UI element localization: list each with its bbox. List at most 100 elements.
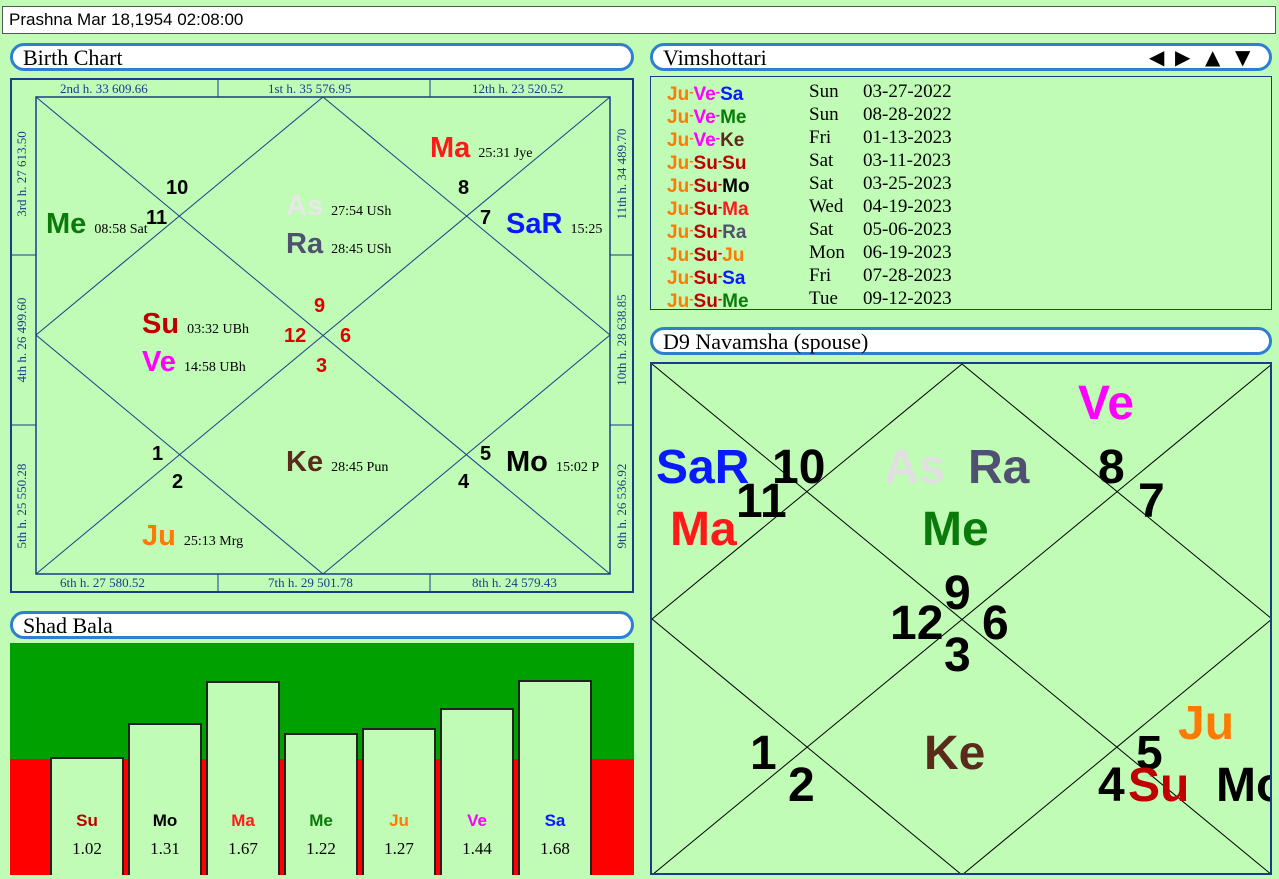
dasha-planet: Me <box>722 291 749 310</box>
dasha-period-9[interactable]: Ju-Su-Sa <box>667 269 745 288</box>
dasha-planet: Ju <box>667 291 690 310</box>
bar-label: Me <box>309 810 333 830</box>
house-number: 8 <box>458 177 470 199</box>
dasha-day: Sun <box>809 81 839 102</box>
dasha-date: 05-06-2023 <box>863 219 952 240</box>
dasha-date: 08-28-2022 <box>863 104 952 125</box>
bar-value: 1.02 <box>72 838 102 858</box>
planet-me[interactable]: Me 08:58 Sat <box>46 210 148 239</box>
bar-ju: Ju 1.27 <box>362 727 436 875</box>
dasha-period-1[interactable]: Ju-Ve-Sa <box>667 85 743 104</box>
vimshottari-rows: Ju-Ve-Sa Sun 03-27-2022 Ju-Ve-Me Sun 08-28-20… <box>667 81 1267 309</box>
dasha-planet: Ve <box>693 130 716 151</box>
dasha-planet: Ve <box>693 84 716 105</box>
planet-name: Su <box>142 308 180 340</box>
planet-degree: 08:58 Sat <box>94 222 148 237</box>
bottom-edge-label-1: 6th h. 27 580.52 <box>60 575 145 590</box>
bar-label: Ma <box>231 810 255 830</box>
house-number: 11 <box>146 207 168 229</box>
shad-bala-header: Shad Bala <box>10 611 634 639</box>
top-edge-label-1: 2nd h. 33 609.66 <box>60 81 148 96</box>
dasha-date: 07-28-2023 <box>863 265 952 286</box>
bar-value: 1.22 <box>306 838 336 858</box>
dasha-period-3[interactable]: Ju-Ve-Ke <box>667 131 744 150</box>
dasha-period-6[interactable]: Ju-Su-Ma <box>667 200 749 219</box>
vimshottari-title: Vimshottari <box>663 45 767 70</box>
planet-degree: 15:25 <box>570 222 603 237</box>
planet-name: Ma <box>430 132 471 164</box>
house-number: 10 <box>166 177 189 199</box>
birth-chart-lines <box>12 80 632 591</box>
navamsha-header: D9 Navamsha (spouse) <box>650 327 1272 355</box>
dasha-date: 09-12-2023 <box>863 288 952 309</box>
triangle-left-icon[interactable]: ◀ <box>1149 45 1164 69</box>
dasha-period-4[interactable]: Ju-Su-Su <box>667 154 746 173</box>
dasha-day: Mon <box>809 242 845 263</box>
planet-ju[interactable]: Ju 25:13 Mrg <box>142 522 243 551</box>
dasha-day: Sat <box>809 173 834 194</box>
planet-mo[interactable]: Mo 15:02 P <box>506 448 616 477</box>
planet-name: Ra <box>286 228 324 260</box>
dasha-planet: Ju <box>667 84 690 105</box>
house-number: 7 <box>1138 475 1165 528</box>
dasha-planet: Ke <box>720 130 745 151</box>
triangle-up-icon[interactable]: ▲ <box>1205 45 1220 69</box>
dasha-planet: Ju <box>667 176 690 197</box>
d9-planet-as[interactable]: As <box>884 444 945 492</box>
dasha-period-5[interactable]: Ju-Su-Mo <box>667 177 750 196</box>
planet-ve[interactable]: Ve 14:58 UBh <box>142 348 246 377</box>
house-number: 9 <box>944 567 971 620</box>
vimshottari-list[interactable]: Ju-Ve-Sa Sun 03-27-2022 Ju-Ve-Me Sun 08-28-20… <box>650 76 1272 310</box>
house-number: 7 <box>480 207 492 229</box>
dasha-date: 06-19-2023 <box>863 242 952 263</box>
planet-degree: 14:58 UBh <box>183 360 246 375</box>
house-number: 12 <box>284 325 307 347</box>
dasha-day: Sun <box>809 104 839 125</box>
d9-planet-ju[interactable]: Ju <box>1178 700 1234 748</box>
shad-bala-title: Shad Bala <box>23 613 113 638</box>
planet-sar[interactable]: SaR 15:25 <box>506 210 602 239</box>
dasha-planet: Su <box>693 245 718 266</box>
d9-planet-mo[interactable]: Mo <box>1216 762 1270 810</box>
planet-degree: 27:54 USh <box>331 204 392 219</box>
dasha-planet: Su <box>693 222 718 243</box>
planet-ra[interactable]: Ra 28:45 USh <box>286 230 391 259</box>
birth-chart[interactable]: 2nd h. 33 609.66 1st h. 35 576.95 12th h… <box>10 78 634 593</box>
house-number: 4 <box>1098 759 1125 812</box>
bar-mo: Mo 1.31 <box>128 723 202 875</box>
house-number: 3 <box>944 629 971 682</box>
dasha-period-2[interactable]: Ju-Ve-Me <box>667 108 746 127</box>
right-edge-label-3: 9th h. 26 536.92 <box>614 463 629 549</box>
d9-planet-ke[interactable]: Ke <box>924 730 985 778</box>
planet-ma[interactable]: Ma 25:31 Jye <box>430 134 532 163</box>
dasha-period-8[interactable]: Ju-Su-Ju <box>667 246 744 265</box>
d9-planet-ve[interactable]: Ve <box>1078 380 1134 428</box>
dasha-date: 01-13-2023 <box>863 127 952 148</box>
bar-value: 1.27 <box>384 838 414 858</box>
planet-degree: 25:31 Jye <box>478 146 533 161</box>
planet-as[interactable]: As 27:54 USh <box>286 192 391 221</box>
navamsha-chart[interactable]: 10 11 8 7 9 12 6 3 1 2 5 4 Ve SaR As Ra … <box>650 362 1272 875</box>
bar-ve: Ve 1.44 <box>440 707 514 875</box>
dasha-planet: Ju <box>667 222 690 243</box>
top-edge-label-3: 12th h. 23 520.52 <box>472 81 564 96</box>
d9-planet-ra[interactable]: Ra <box>968 444 1029 492</box>
planet-ke[interactable]: Ke 28:45 Pun <box>286 448 388 477</box>
dasha-period-10[interactable]: Ju-Su-Me <box>667 291 749 310</box>
house-number: 6 <box>982 597 1009 650</box>
d9-planet-me[interactable]: Me <box>922 506 989 554</box>
dasha-period-7[interactable]: Ju-Su-Ra <box>667 223 746 242</box>
d9-planet-sar[interactable]: SaR <box>656 444 749 492</box>
triangle-right-icon[interactable]: ▶ <box>1175 45 1190 69</box>
planet-degree: 28:45 USh <box>331 242 392 257</box>
house-number: 1 <box>750 727 777 780</box>
d9-planet-ma[interactable]: Ma <box>670 506 737 554</box>
bar-su: Su 1.02 <box>50 756 124 875</box>
dasha-date: 03-27-2022 <box>863 81 952 102</box>
dasha-date: 04-19-2023 <box>863 196 952 217</box>
shad-bala-chart: Su 1.02 Mo 1.31 Ma 1.67 Me 1.22 Ju 1.27 Ve 1.44 Sa 1.… <box>10 643 634 875</box>
triangle-down-icon[interactable]: ▼ <box>1235 45 1250 69</box>
planet-su[interactable]: Su 03:32 UBh <box>142 310 249 339</box>
d9-planet-su[interactable]: Su <box>1128 762 1189 810</box>
dasha-planet: Mo <box>722 176 750 197</box>
